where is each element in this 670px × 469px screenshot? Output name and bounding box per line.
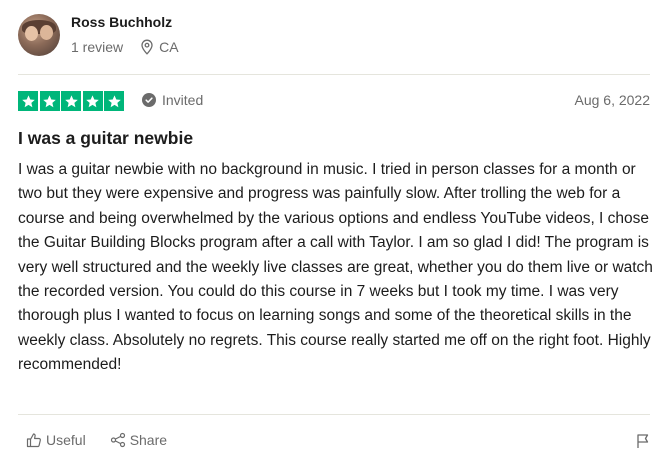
- reviewer-meta: 1 review CA: [71, 39, 179, 55]
- star-rating: [18, 91, 126, 111]
- review-title[interactable]: I was a guitar newbie: [18, 128, 193, 149]
- useful-button[interactable]: Useful: [26, 432, 86, 448]
- review-actions: Useful Share: [26, 432, 167, 448]
- share-button[interactable]: Share: [110, 432, 167, 448]
- useful-label: Useful: [46, 432, 86, 448]
- invited-label: Invited: [162, 92, 204, 108]
- review-body: I was a guitar newbie with no background…: [18, 161, 653, 374]
- star-icon: [82, 91, 103, 111]
- review-count: 1 review: [71, 39, 124, 55]
- review-date: Aug 6, 2022: [574, 92, 650, 108]
- reviewer-location: CA: [159, 39, 179, 55]
- star-icon: [18, 91, 38, 111]
- invited-badge[interactable]: Invited: [142, 92, 203, 108]
- share-icon: [110, 432, 126, 448]
- avatar-face: [40, 25, 53, 40]
- divider: [18, 414, 650, 415]
- reviewer-name[interactable]: Ross Buchholz: [71, 14, 172, 30]
- divider: [18, 74, 650, 75]
- reviewer-avatar[interactable]: [18, 14, 60, 56]
- flag-icon[interactable]: [636, 433, 650, 449]
- star-icon: [61, 91, 81, 111]
- thumbs-up-icon: [26, 432, 42, 448]
- star-icon: [39, 91, 60, 111]
- location-pin-icon: [140, 39, 154, 55]
- star-icon: [104, 91, 124, 111]
- avatar-face: [25, 26, 38, 41]
- check-circle-icon: [142, 93, 156, 107]
- share-label: Share: [129, 432, 168, 448]
- review-card: Ross Buchholz 1 review CA Invited Aug 6,…: [0, 0, 670, 469]
